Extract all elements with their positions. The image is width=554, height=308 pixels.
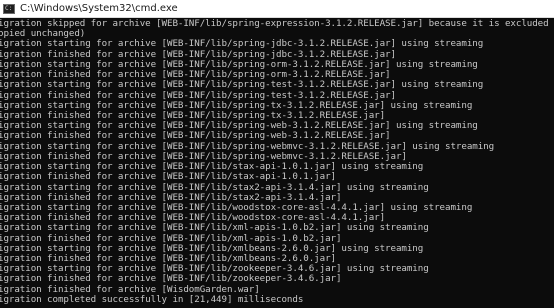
cmd-icon: C: — [3, 3, 15, 14]
window-title: C:\Windows\System32\cmd.exe — [20, 3, 178, 14]
console-line: igration completed successfully in [21,4… — [0, 293, 304, 305]
console-line: igration finished for archive [WEB-INF/l… — [0, 171, 336, 183]
console-line: igration starting for archive [WEB-INF/l… — [0, 79, 484, 91]
title-bar[interactable]: C: C:\Windows\System32\cmd.exe — [0, 0, 554, 18]
cmd-window: C: C:\Windows\System32\cmd.exe igration … — [0, 0, 554, 308]
console-output[interactable]: igration skipped for archive [WEB-INF/li… — [0, 19, 554, 308]
